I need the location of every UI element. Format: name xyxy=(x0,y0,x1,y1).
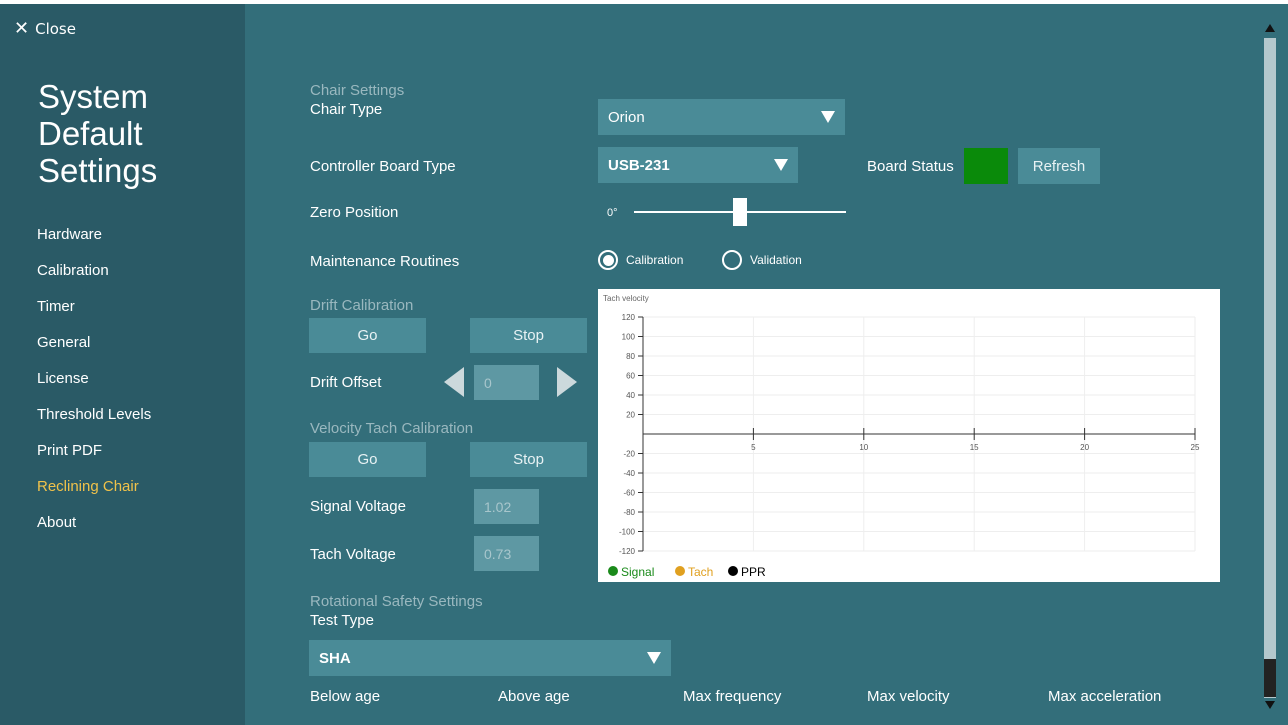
test-type-value: SHA xyxy=(319,649,351,667)
x-tick-label: 15 xyxy=(970,443,979,452)
col-above-age: Above age xyxy=(498,688,570,705)
col-below-age: Below age xyxy=(310,688,381,705)
close-label: Close xyxy=(35,20,76,38)
tach-velocity-chart: Tach velocity 120 100 80 60 40 20 -20 -40 -60 -80 -… xyxy=(598,289,1220,582)
scroll-up-icon[interactable] xyxy=(1265,24,1275,32)
y-tick-label: -80 xyxy=(623,508,635,517)
y-tick-label: 60 xyxy=(626,372,635,381)
y-tick-label: -120 xyxy=(619,547,636,556)
chair-type-value: Orion xyxy=(608,108,645,126)
signal-voltage-value: 1.02 xyxy=(474,489,539,524)
page-title: System Default Settings xyxy=(38,78,158,189)
increment-arrow-icon[interactable] xyxy=(557,367,577,397)
radio-validation[interactable]: Validation xyxy=(722,250,802,270)
sidebar: ✕ Close System Default Settings Hardware… xyxy=(0,4,245,725)
chevron-down-icon xyxy=(647,652,661,664)
sidebar-item-calibration[interactable]: Calibration xyxy=(37,253,151,289)
tach-voltage-value: 0.73 xyxy=(474,536,539,571)
y-tick-label: -40 xyxy=(623,469,635,478)
x-tick-label: 10 xyxy=(859,443,868,452)
y-tick-label: -20 xyxy=(623,450,635,459)
y-tick-label: 120 xyxy=(622,313,636,322)
x-tick-label: 20 xyxy=(1080,443,1089,452)
controller-board-label: Controller Board Type xyxy=(310,158,456,175)
y-tick-label: 20 xyxy=(626,411,635,420)
drift-offset-label: Drift Offset xyxy=(310,374,382,391)
x-tick-label: 5 xyxy=(751,443,756,452)
refresh-button[interactable]: Refresh xyxy=(1018,148,1100,184)
velocity-go-button[interactable]: Go xyxy=(309,442,426,477)
col-max-acceleration: Max acceleration xyxy=(1048,688,1162,705)
scrollbar-track[interactable] xyxy=(1264,38,1276,698)
radio-calibration-label: Calibration xyxy=(626,253,684,267)
radio-calibration[interactable]: Calibration xyxy=(598,250,683,270)
signal-voltage-label: Signal Voltage xyxy=(310,498,406,515)
col-max-velocity: Max velocity xyxy=(867,688,950,705)
drift-offset-input[interactable]: 0 xyxy=(474,365,539,400)
controller-board-value: USB-231 xyxy=(608,156,670,174)
sidebar-item-license[interactable]: License xyxy=(37,361,151,397)
y-tick-label: 80 xyxy=(626,352,635,361)
legend-marker xyxy=(608,566,618,576)
rotational-safety-heading: Rotational Safety Settings xyxy=(310,593,483,610)
y-tick-label: 40 xyxy=(626,391,635,400)
board-status-indicator xyxy=(964,148,1008,184)
test-type-label: Test Type xyxy=(310,612,374,629)
sidebar-item-hardware[interactable]: Hardware xyxy=(37,217,151,253)
chevron-down-icon xyxy=(821,111,835,123)
decrement-arrow-icon[interactable] xyxy=(444,367,464,397)
legend-label: PPR xyxy=(741,565,766,579)
y-tick-label: 100 xyxy=(622,333,636,342)
legend-label: Signal xyxy=(621,565,654,579)
sidebar-item-about[interactable]: About xyxy=(37,505,151,541)
board-status-label: Board Status xyxy=(867,158,954,175)
app-window: ✕ Close System Default Settings Hardware… xyxy=(0,4,1288,725)
radio-validation-label: Validation xyxy=(750,253,802,267)
main-panel: Chair Settings Chair Type Orion Controll… xyxy=(245,4,1263,725)
close-icon: ✕ xyxy=(14,18,30,39)
zero-position-label: Zero Position xyxy=(310,204,399,221)
sidebar-item-threshold-levels[interactable]: Threshold Levels xyxy=(37,397,151,433)
y-tick-label: -60 xyxy=(623,489,635,498)
sidebar-nav: Hardware Calibration Timer General Licen… xyxy=(37,217,151,541)
close-button[interactable]: ✕ Close xyxy=(14,18,76,39)
sidebar-item-reclining-chair[interactable]: Reclining Chair xyxy=(37,469,151,505)
drift-calibration-heading: Drift Calibration xyxy=(310,297,414,314)
drift-stop-button[interactable]: Stop xyxy=(470,318,587,353)
radio-unselected-icon xyxy=(722,250,742,270)
sidebar-item-general[interactable]: General xyxy=(37,325,151,361)
slider-thumb[interactable] xyxy=(733,198,747,226)
chart-svg: Tach velocity 120 100 80 60 40 20 -20 -40 -60 -80 -… xyxy=(603,294,1200,579)
maintenance-routines-label: Maintenance Routines xyxy=(310,253,460,270)
tach-voltage-label: Tach Voltage xyxy=(310,546,396,563)
sidebar-item-print-pdf[interactable]: Print PDF xyxy=(37,433,151,469)
velocity-tach-heading: Velocity Tach Calibration xyxy=(310,420,474,437)
legend-marker xyxy=(675,566,685,576)
scrollbar-thumb[interactable] xyxy=(1264,659,1276,697)
drift-go-button[interactable]: Go xyxy=(309,318,426,353)
chevron-down-icon xyxy=(774,159,788,171)
controller-board-dropdown[interactable]: USB-231 xyxy=(598,147,798,183)
chair-settings-heading: Chair Settings xyxy=(310,82,405,99)
legend-label: Tach xyxy=(688,565,713,579)
col-max-frequency: Max frequency xyxy=(683,688,782,705)
chair-type-dropdown[interactable]: Orion xyxy=(598,99,845,135)
chart-title: Tach velocity xyxy=(603,294,649,303)
test-type-dropdown[interactable]: SHA xyxy=(309,640,671,676)
scroll-down-icon[interactable] xyxy=(1265,701,1275,709)
legend-marker xyxy=(728,566,738,576)
chair-type-label: Chair Type xyxy=(310,101,383,118)
x-tick-label: 25 xyxy=(1191,443,1200,452)
zero-position-value: 0° xyxy=(607,207,618,219)
sidebar-item-timer[interactable]: Timer xyxy=(37,289,151,325)
velocity-stop-button[interactable]: Stop xyxy=(470,442,587,477)
y-tick-label: -100 xyxy=(619,528,636,537)
radio-selected-icon xyxy=(598,250,618,270)
